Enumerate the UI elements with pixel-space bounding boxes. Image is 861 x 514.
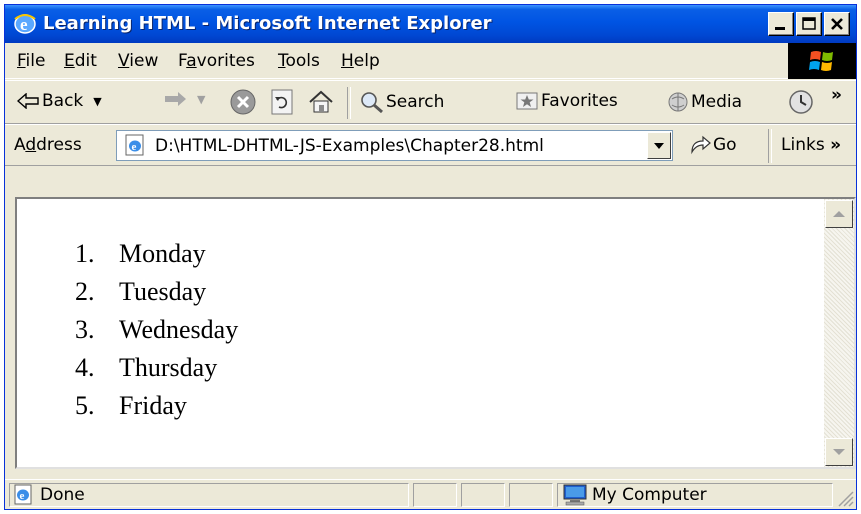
page-viewport: 1. Monday 2. Tuesday 3. Wednesday 4. Thursda… xyxy=(15,197,856,469)
back-arrow-icon xyxy=(17,93,39,109)
title-bar[interactable]: e Learning HTML - Microsoft Internet Exp… xyxy=(5,5,856,43)
refresh-icon xyxy=(271,89,293,115)
toolbar-more-button[interactable]: » xyxy=(831,85,842,105)
go-arrow-icon xyxy=(691,135,711,155)
address-dropdown-button[interactable] xyxy=(647,132,671,159)
ie-logo-icon: e xyxy=(13,13,37,35)
list-item: 1. Monday xyxy=(75,239,206,268)
search-button[interactable]: Search xyxy=(360,91,444,113)
minimize-button[interactable] xyxy=(768,12,794,36)
maximize-icon xyxy=(802,17,816,30)
page-content: 1. Monday 2. Tuesday 3. Wednesday 4. Thursda… xyxy=(17,199,827,467)
status-zone-pane: My Computer xyxy=(557,483,833,507)
vertical-scrollbar[interactable] xyxy=(824,199,854,467)
window-title: Learning HTML - Microsoft Internet Explo… xyxy=(43,13,492,34)
ie-page-icon: e xyxy=(123,134,147,160)
svg-text:e: e xyxy=(132,141,137,153)
stop-icon xyxy=(230,89,256,115)
stop-button[interactable] xyxy=(229,88,257,116)
menu-help[interactable]: Help xyxy=(341,51,380,71)
address-bar: Address e D:\HTML-DHTML-JS-Examples\Chap… xyxy=(5,124,856,166)
windows-flag-icon xyxy=(809,51,833,71)
history-icon xyxy=(789,90,813,114)
go-button[interactable]: Go xyxy=(689,135,737,155)
forward-button[interactable]: ▼ xyxy=(163,91,205,107)
status-text: Done xyxy=(40,485,85,505)
browser-window: e Learning HTML - Microsoft Internet Exp… xyxy=(4,4,857,510)
svg-text:e: e xyxy=(20,15,28,34)
standard-toolbar: Back ▼ ▼ Search Favorites Media » xyxy=(5,80,856,124)
search-icon xyxy=(361,92,383,113)
status-pane-progress xyxy=(413,483,457,507)
back-dropdown-icon[interactable]: ▼ xyxy=(93,95,101,108)
forward-arrow-icon xyxy=(165,92,186,106)
refresh-button[interactable] xyxy=(269,88,295,116)
scroll-down-icon xyxy=(833,449,845,455)
list-item: 5. Friday xyxy=(75,391,187,420)
back-button[interactable]: Back ▼ xyxy=(17,91,102,111)
status-text-pane: e Done xyxy=(9,483,409,507)
media-icon xyxy=(668,92,688,112)
list-item: 2. Tuesday xyxy=(75,277,207,306)
address-url: D:\HTML-DHTML-JS-Examples\Chapter28.html xyxy=(155,136,544,156)
maximize-button[interactable] xyxy=(796,12,822,36)
resize-grip-icon[interactable] xyxy=(836,489,854,507)
windows-logo xyxy=(788,43,856,79)
scroll-up-icon xyxy=(833,211,845,217)
favorites-button[interactable]: Favorites xyxy=(516,91,618,111)
ie-status-icon: e xyxy=(13,484,35,509)
svg-text:e: e xyxy=(20,490,25,502)
address-input[interactable]: e D:\HTML-DHTML-JS-Examples\Chapter28.ht… xyxy=(116,130,673,161)
close-button[interactable] xyxy=(824,12,850,36)
computer-icon xyxy=(562,484,588,509)
address-label: Address xyxy=(14,135,82,155)
favorites-icon xyxy=(516,92,538,110)
history-button[interactable] xyxy=(787,88,815,116)
menu-edit[interactable]: Edit xyxy=(64,51,97,71)
list-item: 4. Thursday xyxy=(75,353,218,382)
minimize-icon xyxy=(775,27,785,30)
forward-dropdown-icon[interactable]: ▼ xyxy=(197,93,205,106)
status-bar: e Done My Computer xyxy=(5,479,856,509)
scroll-up-button[interactable] xyxy=(825,200,853,228)
chevron-down-icon xyxy=(654,142,664,149)
days-list: 1. Monday 2. Tuesday 3. Wednesday 4. Thursda… xyxy=(75,235,238,425)
home-button[interactable] xyxy=(307,88,335,116)
status-pane-security xyxy=(509,483,553,507)
menu-bar: File Edit View Favorites Tools Help xyxy=(5,43,856,79)
list-item: 3. Wednesday xyxy=(75,315,239,344)
home-icon xyxy=(309,90,333,113)
menu-view[interactable]: View xyxy=(118,51,158,71)
close-icon xyxy=(831,18,843,30)
menu-tools[interactable]: Tools xyxy=(278,51,320,71)
zone-label: My Computer xyxy=(592,485,707,505)
menu-file[interactable]: File xyxy=(17,51,45,71)
links-button[interactable]: Links » xyxy=(781,135,841,155)
media-button[interactable]: Media xyxy=(667,91,742,113)
menu-favorites[interactable]: Favorites xyxy=(178,51,255,71)
scroll-down-button[interactable] xyxy=(825,438,853,466)
status-pane-offline xyxy=(461,483,505,507)
